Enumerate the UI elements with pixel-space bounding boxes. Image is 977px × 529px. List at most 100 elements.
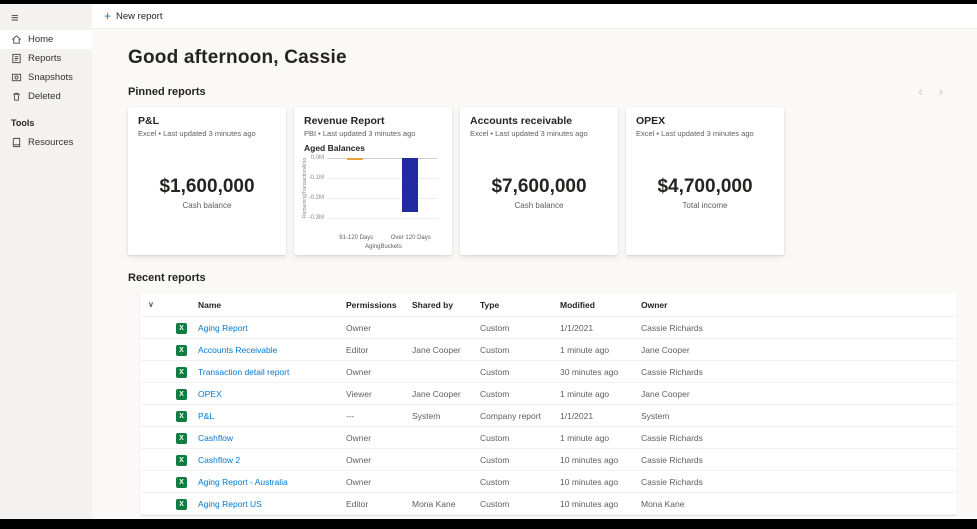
report-name-link[interactable]: Cashflow [198, 433, 233, 443]
chart-ytick: -0.3M [309, 215, 324, 221]
sidebar-item-deleted[interactable]: Deleted [0, 87, 92, 106]
table-row[interactable]: XTransaction detail reportOwnerCustom30 … [140, 361, 957, 383]
sidebar-nav: Home Reports Snapshots Deleted [0, 30, 92, 106]
cell-owner: Cassie Richards [641, 323, 949, 333]
table-row[interactable]: XAging Report - AustraliaOwnerCustom10 m… [140, 471, 957, 493]
chart-ytick: -0.2M [309, 195, 324, 201]
column-header-owner[interactable]: Owner [641, 300, 949, 310]
cell-shared-by: Mona Kane [412, 499, 480, 509]
chart-category-label: Over 120 Days [389, 235, 433, 242]
report-name-link[interactable]: Aging Report - Australia [198, 477, 288, 487]
sidebar-item-home[interactable]: Home [0, 30, 92, 49]
column-header-type[interactable]: Type [480, 300, 560, 310]
card-title: P&L [138, 115, 276, 127]
deleted-icon [11, 91, 22, 102]
table-row[interactable]: XAccounts ReceivableEditorJane CooperCus… [140, 339, 957, 361]
column-header-shared-by[interactable]: Shared by [412, 300, 480, 310]
sidebar-item-label: Snapshots [28, 72, 73, 83]
report-name-link[interactable]: Cashflow 2 [198, 455, 240, 465]
cell-type: Custom [480, 367, 560, 377]
chart-x-axis-label: AgingBuckets [325, 244, 442, 250]
cell-owner: Jane Cooper [641, 345, 949, 355]
chart-ytick: -0.1M [309, 175, 324, 181]
cell-modified: 10 minutes ago [560, 499, 641, 509]
chart-bar [347, 158, 363, 160]
report-name-link[interactable]: Aging Report [198, 323, 248, 333]
pinned-card-revenue-report[interactable]: Revenue ReportPBI • Last updated 3 minut… [294, 107, 452, 255]
plus-icon: + [104, 10, 111, 22]
report-name-link[interactable]: P&L [198, 411, 214, 421]
cell-type: Custom [480, 455, 560, 465]
cell-type: Custom [480, 433, 560, 443]
cell-modified: 1 minute ago [560, 345, 641, 355]
carousel-arrows: ‹ › [918, 85, 943, 98]
reports-icon [11, 53, 22, 64]
cell-type: Custom [480, 345, 560, 355]
cell-shared-by: Jane Cooper [412, 345, 480, 355]
card-value: $1,600,000 [159, 176, 254, 198]
cell-owner: Jane Cooper [641, 389, 949, 399]
table-row[interactable]: XOPEXViewerJane CooperCustom1 minute ago… [140, 383, 957, 405]
cell-owner: Cassie Richards [641, 477, 949, 487]
report-name-link[interactable]: Accounts Receivable [198, 345, 277, 355]
sidebar-tools-nav: Resources [0, 133, 92, 152]
home-icon [11, 34, 22, 45]
table-row[interactable]: XAging ReportOwnerCustom1/1/2021Cassie R… [140, 317, 957, 339]
pinned-reports-title: Pinned reports [128, 86, 206, 98]
topbar: + New report [92, 4, 977, 29]
recent-reports-table: ∨NamePermissionsShared byTypeModifiedOwn… [140, 293, 957, 515]
cell-owner: Cassie Richards [641, 455, 949, 465]
cell-permissions: Owner [346, 455, 412, 465]
new-report-label: New report [116, 11, 162, 22]
aged-balances-chart: Aged BalancesRemainingTransactionAmount0… [294, 138, 452, 255]
table-row[interactable]: XP&L---SystemCompany report1/1/2021Syste… [140, 405, 957, 427]
column-header-modified[interactable]: Modified [560, 300, 641, 310]
pinned-card-accounts-receivable[interactable]: Accounts receivableExcel • Last updated … [460, 107, 618, 255]
table-header-row: ∨ NamePermissionsShared byTypeModifiedOwn… [140, 293, 957, 317]
chart-plot: 0.0M-0.1M-0.2M-0.3M [327, 158, 438, 218]
select-all-chevron-icon[interactable]: ∨ [148, 300, 176, 309]
table-row[interactable]: XCashflowOwnerCustom1 minute agoCassie R… [140, 427, 957, 449]
sidebar-item-label: Reports [28, 53, 61, 64]
card-caption: Total income [683, 201, 728, 210]
card-caption: Cash balance [183, 201, 232, 210]
cell-modified: 1 minute ago [560, 433, 641, 443]
letterbox-bottom [0, 519, 977, 529]
pinned-prev-button[interactable]: ‹ [918, 85, 922, 98]
cell-permissions: Owner [346, 367, 412, 377]
sidebar-item-resources[interactable]: Resources [0, 133, 92, 152]
cell-owner: Cassie Richards [641, 367, 949, 377]
excel-file-icon: X [176, 499, 187, 510]
report-name-link[interactable]: Aging Report US [198, 499, 262, 509]
card-value: $7,600,000 [491, 176, 586, 198]
pinned-section-header: Pinned reports ‹ › [128, 85, 957, 98]
table-row[interactable]: XAging Report USEditorMona KaneCustom10 … [140, 493, 957, 515]
cell-modified: 1 minute ago [560, 389, 641, 399]
column-header-permissions[interactable]: Permissions [346, 300, 412, 310]
sidebar-item-label: Resources [28, 137, 73, 148]
sidebar-item-label: Deleted [28, 91, 61, 102]
screen: ≡ HomeReportsSnapshotsDeleted Tools Reso… [0, 0, 977, 529]
recent-section-header: Recent reports [128, 272, 957, 284]
hamburger-menu-icon[interactable]: ≡ [0, 4, 92, 30]
card-subtitle: Excel • Last updated 3 minutes ago [636, 129, 774, 138]
sidebar-item-reports[interactable]: Reports [0, 49, 92, 68]
chart-category-label: 91-120 Days [334, 235, 378, 242]
excel-file-icon: X [176, 389, 187, 400]
cell-type: Custom [480, 323, 560, 333]
sidebar-item-label: Home [28, 34, 53, 45]
cell-permissions: Editor [346, 499, 412, 509]
gridline [327, 218, 438, 219]
pinned-next-button[interactable]: › [939, 85, 943, 98]
new-report-button[interactable]: + New report [104, 10, 162, 22]
sidebar: ≡ HomeReportsSnapshotsDeleted Tools Reso… [0, 4, 92, 519]
recent-reports-title: Recent reports [128, 272, 206, 284]
column-header-name[interactable]: Name [198, 300, 346, 310]
resources-icon [11, 137, 22, 148]
table-row[interactable]: XCashflow 2OwnerCustom10 minutes agoCass… [140, 449, 957, 471]
pinned-card-p-l[interactable]: P&LExcel • Last updated 3 minutes ago$1,… [128, 107, 286, 255]
pinned-card-opex[interactable]: OPEXExcel • Last updated 3 minutes ago$4… [626, 107, 784, 255]
sidebar-item-snapshots[interactable]: Snapshots [0, 68, 92, 87]
report-name-link[interactable]: Transaction detail report [198, 367, 289, 377]
report-name-link[interactable]: OPEX [198, 389, 222, 399]
